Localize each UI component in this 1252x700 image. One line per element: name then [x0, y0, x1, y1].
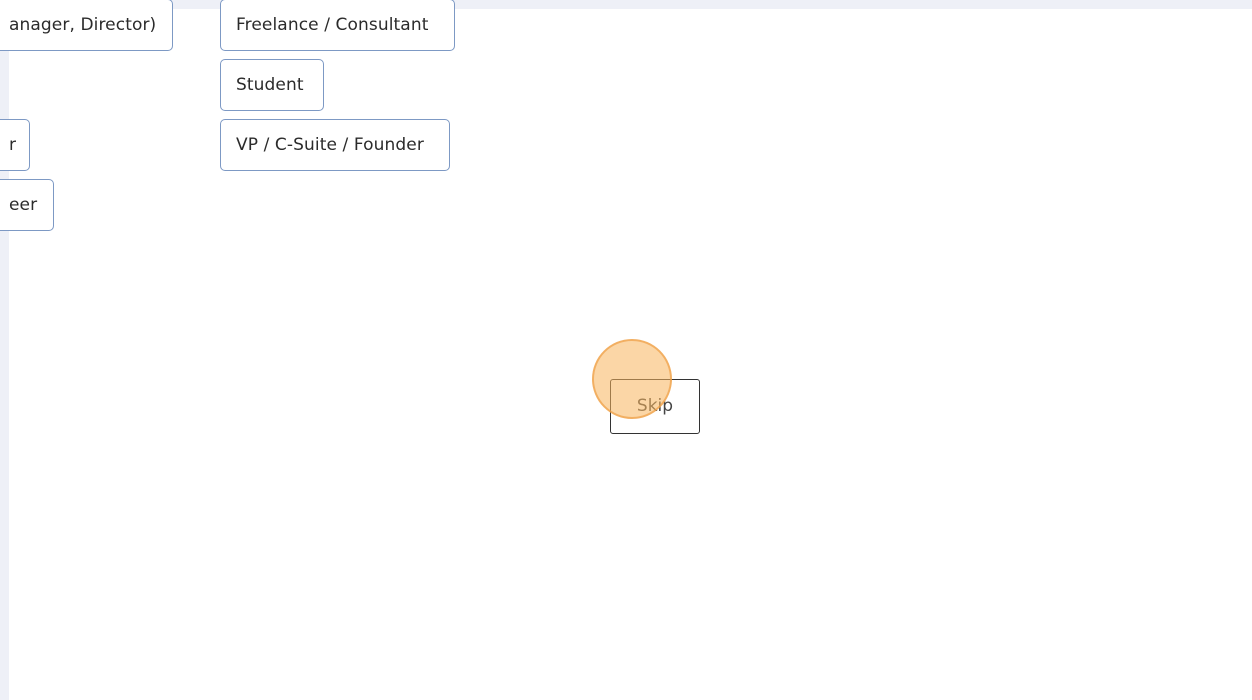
role-option-label: eer	[9, 195, 38, 215]
role-option-engineer[interactable]: eer	[0, 179, 54, 231]
role-option-freelance-consultant[interactable]: Freelance / Consultant	[220, 0, 455, 51]
left-frame-band	[0, 0, 9, 700]
role-option-label: VP / C-Suite / Founder	[236, 135, 424, 155]
onboarding-page: anager, Director) r eer Freelance / Cons…	[0, 0, 1252, 700]
role-option-manager[interactable]: anager, Director)	[0, 0, 173, 51]
role-option-label: Student	[236, 75, 304, 95]
role-option-partial-r[interactable]: r	[0, 119, 30, 171]
role-option-label: r	[9, 135, 17, 155]
role-option-student[interactable]: Student	[220, 59, 324, 111]
role-option-label: Freelance / Consultant	[236, 15, 429, 35]
role-option-vp-csuite-founder[interactable]: VP / C-Suite / Founder	[220, 119, 450, 171]
top-frame-band	[0, 0, 1252, 9]
skip-button[interactable]: Skip	[610, 379, 700, 434]
role-option-label: anager, Director)	[9, 15, 157, 35]
skip-button-label: Skip	[636, 396, 674, 416]
